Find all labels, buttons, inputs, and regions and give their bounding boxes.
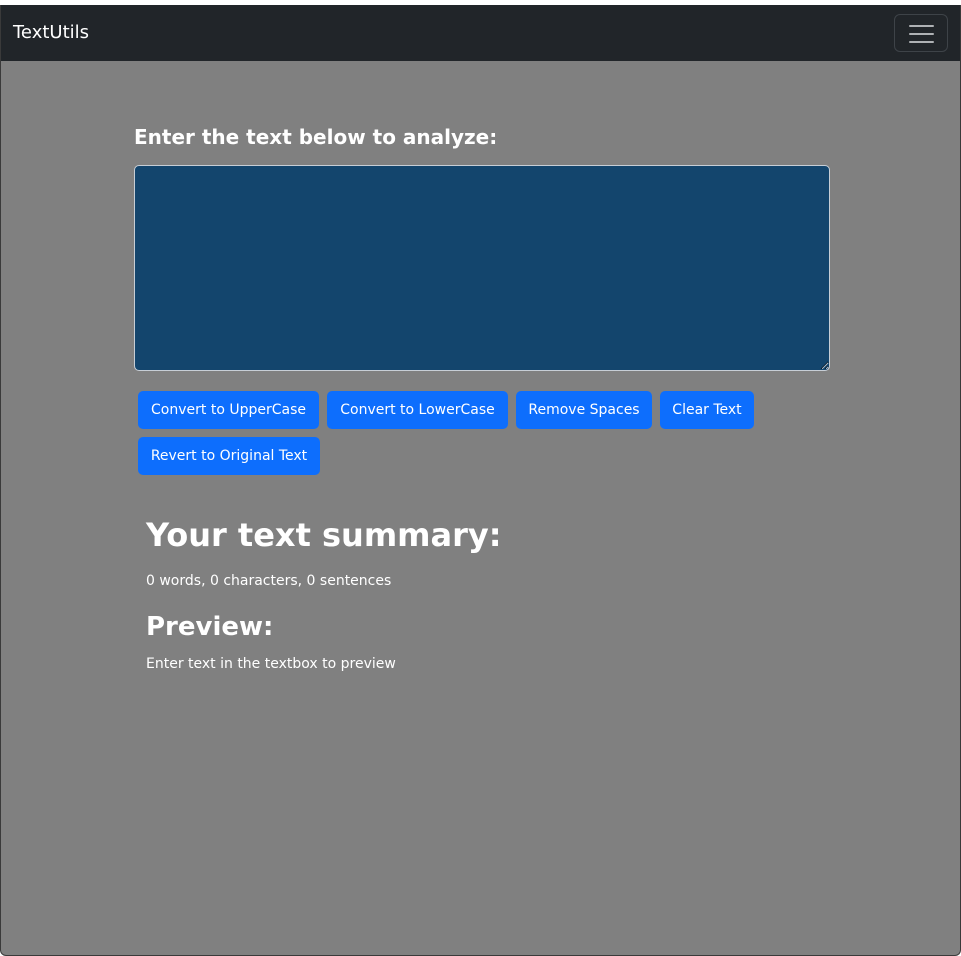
summary-title: Your text summary:: [146, 516, 502, 554]
convert-lowercase-button[interactable]: Convert to LowerCase: [327, 391, 508, 429]
preview-text: Enter text in the textbox to preview: [146, 656, 396, 672]
preview-title: Preview:: [146, 612, 274, 642]
navbar-toggler-button[interactable]: [894, 14, 948, 52]
convert-uppercase-button[interactable]: Convert to UpperCase: [138, 391, 319, 429]
revert-text-button[interactable]: Revert to Original Text: [138, 437, 320, 475]
text-input-area[interactable]: [134, 165, 830, 371]
summary-stats: 0 words, 0 characters, 0 sentences: [146, 573, 392, 589]
clear-text-button[interactable]: Clear Text: [660, 391, 754, 429]
app-window: TextUtils Enter the text below to analyz…: [0, 5, 961, 956]
navbar: TextUtils: [1, 5, 960, 61]
navbar-brand[interactable]: TextUtils: [13, 21, 89, 45]
remove-spaces-button[interactable]: Remove Spaces: [516, 391, 652, 429]
form-heading: Enter the text below to analyze:: [134, 125, 498, 149]
